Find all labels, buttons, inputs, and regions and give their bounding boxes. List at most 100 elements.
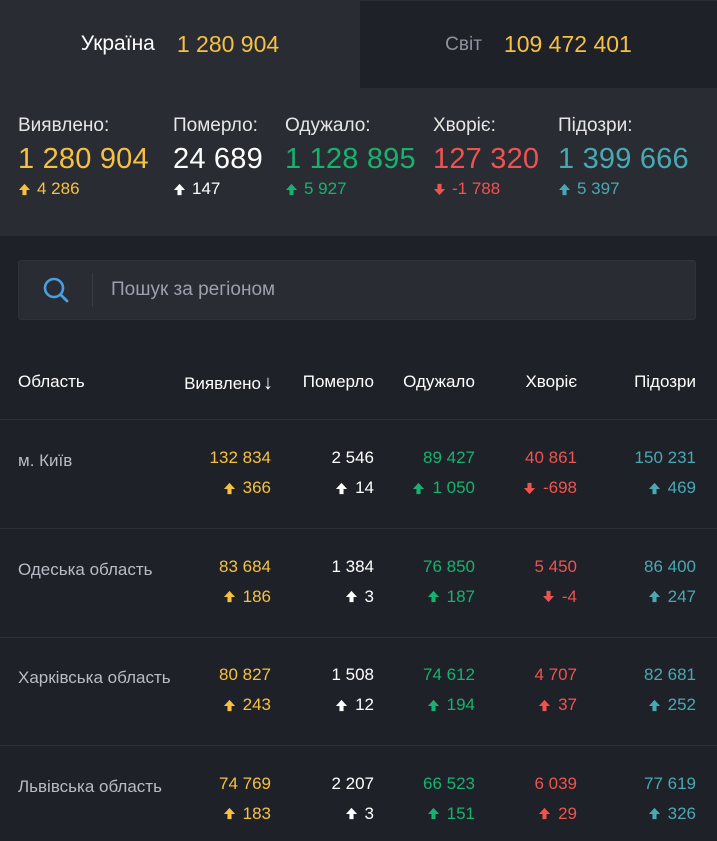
arrow-up-icon	[558, 183, 571, 195]
stat-value: 127 320	[433, 143, 540, 175]
region-name: Львівська область	[18, 776, 162, 796]
region-name: Одеська область	[18, 559, 153, 579]
cell-value: 76 850	[423, 556, 475, 576]
cell-suspected: 150 231 469	[635, 448, 696, 499]
cell-delta-value: 12	[355, 695, 374, 714]
cell-delta-value: 187	[446, 586, 475, 606]
stat-value: 1 280 904	[18, 143, 149, 175]
table-row[interactable]: Львівська область 74 769 183 2 207 3 66 523 15…	[0, 747, 717, 841]
table-row[interactable]: Харківська область 80 827 243 1 508 12 74 612…	[0, 638, 717, 746]
cell-delta-value: 469	[667, 478, 696, 497]
stat-delta-value: 4 286	[37, 179, 80, 198]
cell-suspected: 86 400 247	[644, 557, 696, 608]
cell-value: 5 450	[534, 556, 577, 576]
cell-value: 77 619	[644, 773, 696, 793]
arrow-down-icon	[433, 183, 446, 195]
arrow-up-icon	[223, 807, 235, 820]
cell-deaths: 1 384 3	[331, 557, 374, 608]
column-header-active[interactable]: Хворіє	[525, 372, 577, 392]
cell-delta-value: 1 050	[432, 478, 475, 497]
tab-ukraine[interactable]: Україна 1 280 904	[0, 0, 360, 88]
column-header-suspected[interactable]: Підозри	[634, 372, 696, 392]
search-icon[interactable]	[19, 273, 93, 307]
cell-delta: 3	[331, 803, 374, 825]
cell-delta: 12	[331, 694, 374, 716]
arrow-down-icon	[523, 482, 536, 494]
tab-world[interactable]: Світ 109 472 401	[360, 0, 717, 88]
tab-world-label: Світ	[445, 33, 482, 55]
arrow-up-icon	[648, 590, 660, 603]
sort-arrow-icon: ↓	[263, 372, 273, 394]
cell-delta: 29	[534, 803, 577, 825]
cell-active: 40 861 -698	[523, 448, 577, 499]
arrow-up-icon	[427, 807, 439, 820]
table-header: Область Виявлено ↓ Померло Одужало Хворіє…	[0, 342, 717, 420]
region-name: м. Київ	[18, 451, 73, 470]
cell-value: 86 400	[644, 556, 696, 576]
cell-confirmed: 80 827 243	[219, 665, 271, 716]
stat-suspected: Підозри: 1 399 666 5 397	[558, 115, 689, 199]
arrow-up-icon	[173, 183, 186, 195]
cell-delta-value: 3	[364, 803, 374, 823]
cell-value: 1 384	[331, 556, 374, 576]
stat-label: Підозри:	[558, 115, 633, 136]
arrow-up-icon	[336, 699, 348, 711]
stat-value: 1 399 666	[558, 143, 689, 175]
stat-label: Хворіє:	[433, 115, 496, 136]
cell-value: 83 684	[219, 556, 271, 576]
column-header-region[interactable]: Область	[18, 372, 85, 392]
arrow-up-icon	[648, 699, 660, 711]
cell-recovered: 66 523 151	[423, 774, 475, 825]
region-search	[18, 260, 696, 320]
table-row[interactable]: м. Київ 132 834 366 2 546 14 89 427 1 050 40 86…	[0, 421, 717, 529]
cell-delta: -698	[523, 477, 577, 499]
cell-delta-value: 366	[242, 478, 271, 497]
cell-delta-value: 326	[667, 803, 696, 823]
cell-delta-value: 151	[446, 803, 475, 823]
arrow-up-icon	[648, 482, 660, 494]
stat-delta-value: 147	[192, 179, 221, 198]
cell-delta: 469	[635, 477, 696, 499]
cell-delta-value: 29	[558, 803, 577, 823]
arrow-up-icon	[223, 482, 235, 494]
arrow-up-icon	[223, 590, 235, 603]
search-input[interactable]	[93, 261, 695, 319]
arrow-up-icon	[427, 590, 439, 603]
arrow-up-icon	[285, 183, 298, 195]
arrow-up-icon	[648, 807, 660, 820]
cell-delta-value: 37	[558, 695, 577, 714]
cell-suspected: 77 619 326	[644, 774, 696, 825]
cell-delta: 247	[644, 586, 696, 608]
cell-value: 132 834	[209, 448, 271, 467]
cell-confirmed: 132 834 366	[210, 448, 271, 499]
cell-delta-value: 243	[242, 695, 271, 714]
stat-delta: 4 286	[18, 179, 149, 199]
cell-value: 1 508	[331, 665, 374, 684]
cell-delta: 326	[644, 803, 696, 825]
cell-value: 66 523	[423, 773, 475, 793]
cell-delta: 194	[423, 694, 475, 716]
column-header-deaths[interactable]: Померло	[303, 372, 374, 392]
cell-value: 80 827	[219, 665, 271, 684]
cell-delta: 14	[331, 477, 374, 499]
cell-value: 40 861	[525, 448, 577, 467]
arrow-up-icon	[427, 699, 439, 711]
country-tabs: Україна 1 280 904 Світ 109 472 401	[0, 0, 717, 88]
stat-delta: -1 788	[433, 179, 539, 199]
cell-confirmed: 83 684 186	[219, 557, 271, 608]
cell-recovered: 74 612 194	[423, 665, 475, 716]
stat-delta: 5 397	[558, 179, 689, 199]
cell-deaths: 2 207 3	[331, 774, 374, 825]
stat-value: 1 128 895	[285, 143, 416, 175]
cell-delta: 183	[219, 803, 271, 825]
cell-delta-value: -698	[542, 478, 577, 497]
column-header-recovered[interactable]: Одужало	[403, 372, 475, 392]
cell-recovered: 76 850 187	[423, 557, 475, 608]
tab-ukraine-value: 1 280 904	[176, 30, 280, 57]
cell-delta: 151	[423, 803, 475, 825]
table-row[interactable]: Одеська область 83 684 186 1 384 3 76 850 187 5…	[0, 530, 717, 638]
stat-value: 24 689	[173, 143, 263, 175]
cell-delta: 3	[331, 586, 374, 608]
column-header-confirmed[interactable]: Виявлено ↓	[184, 372, 273, 395]
cell-delta-value: 14	[355, 478, 374, 497]
